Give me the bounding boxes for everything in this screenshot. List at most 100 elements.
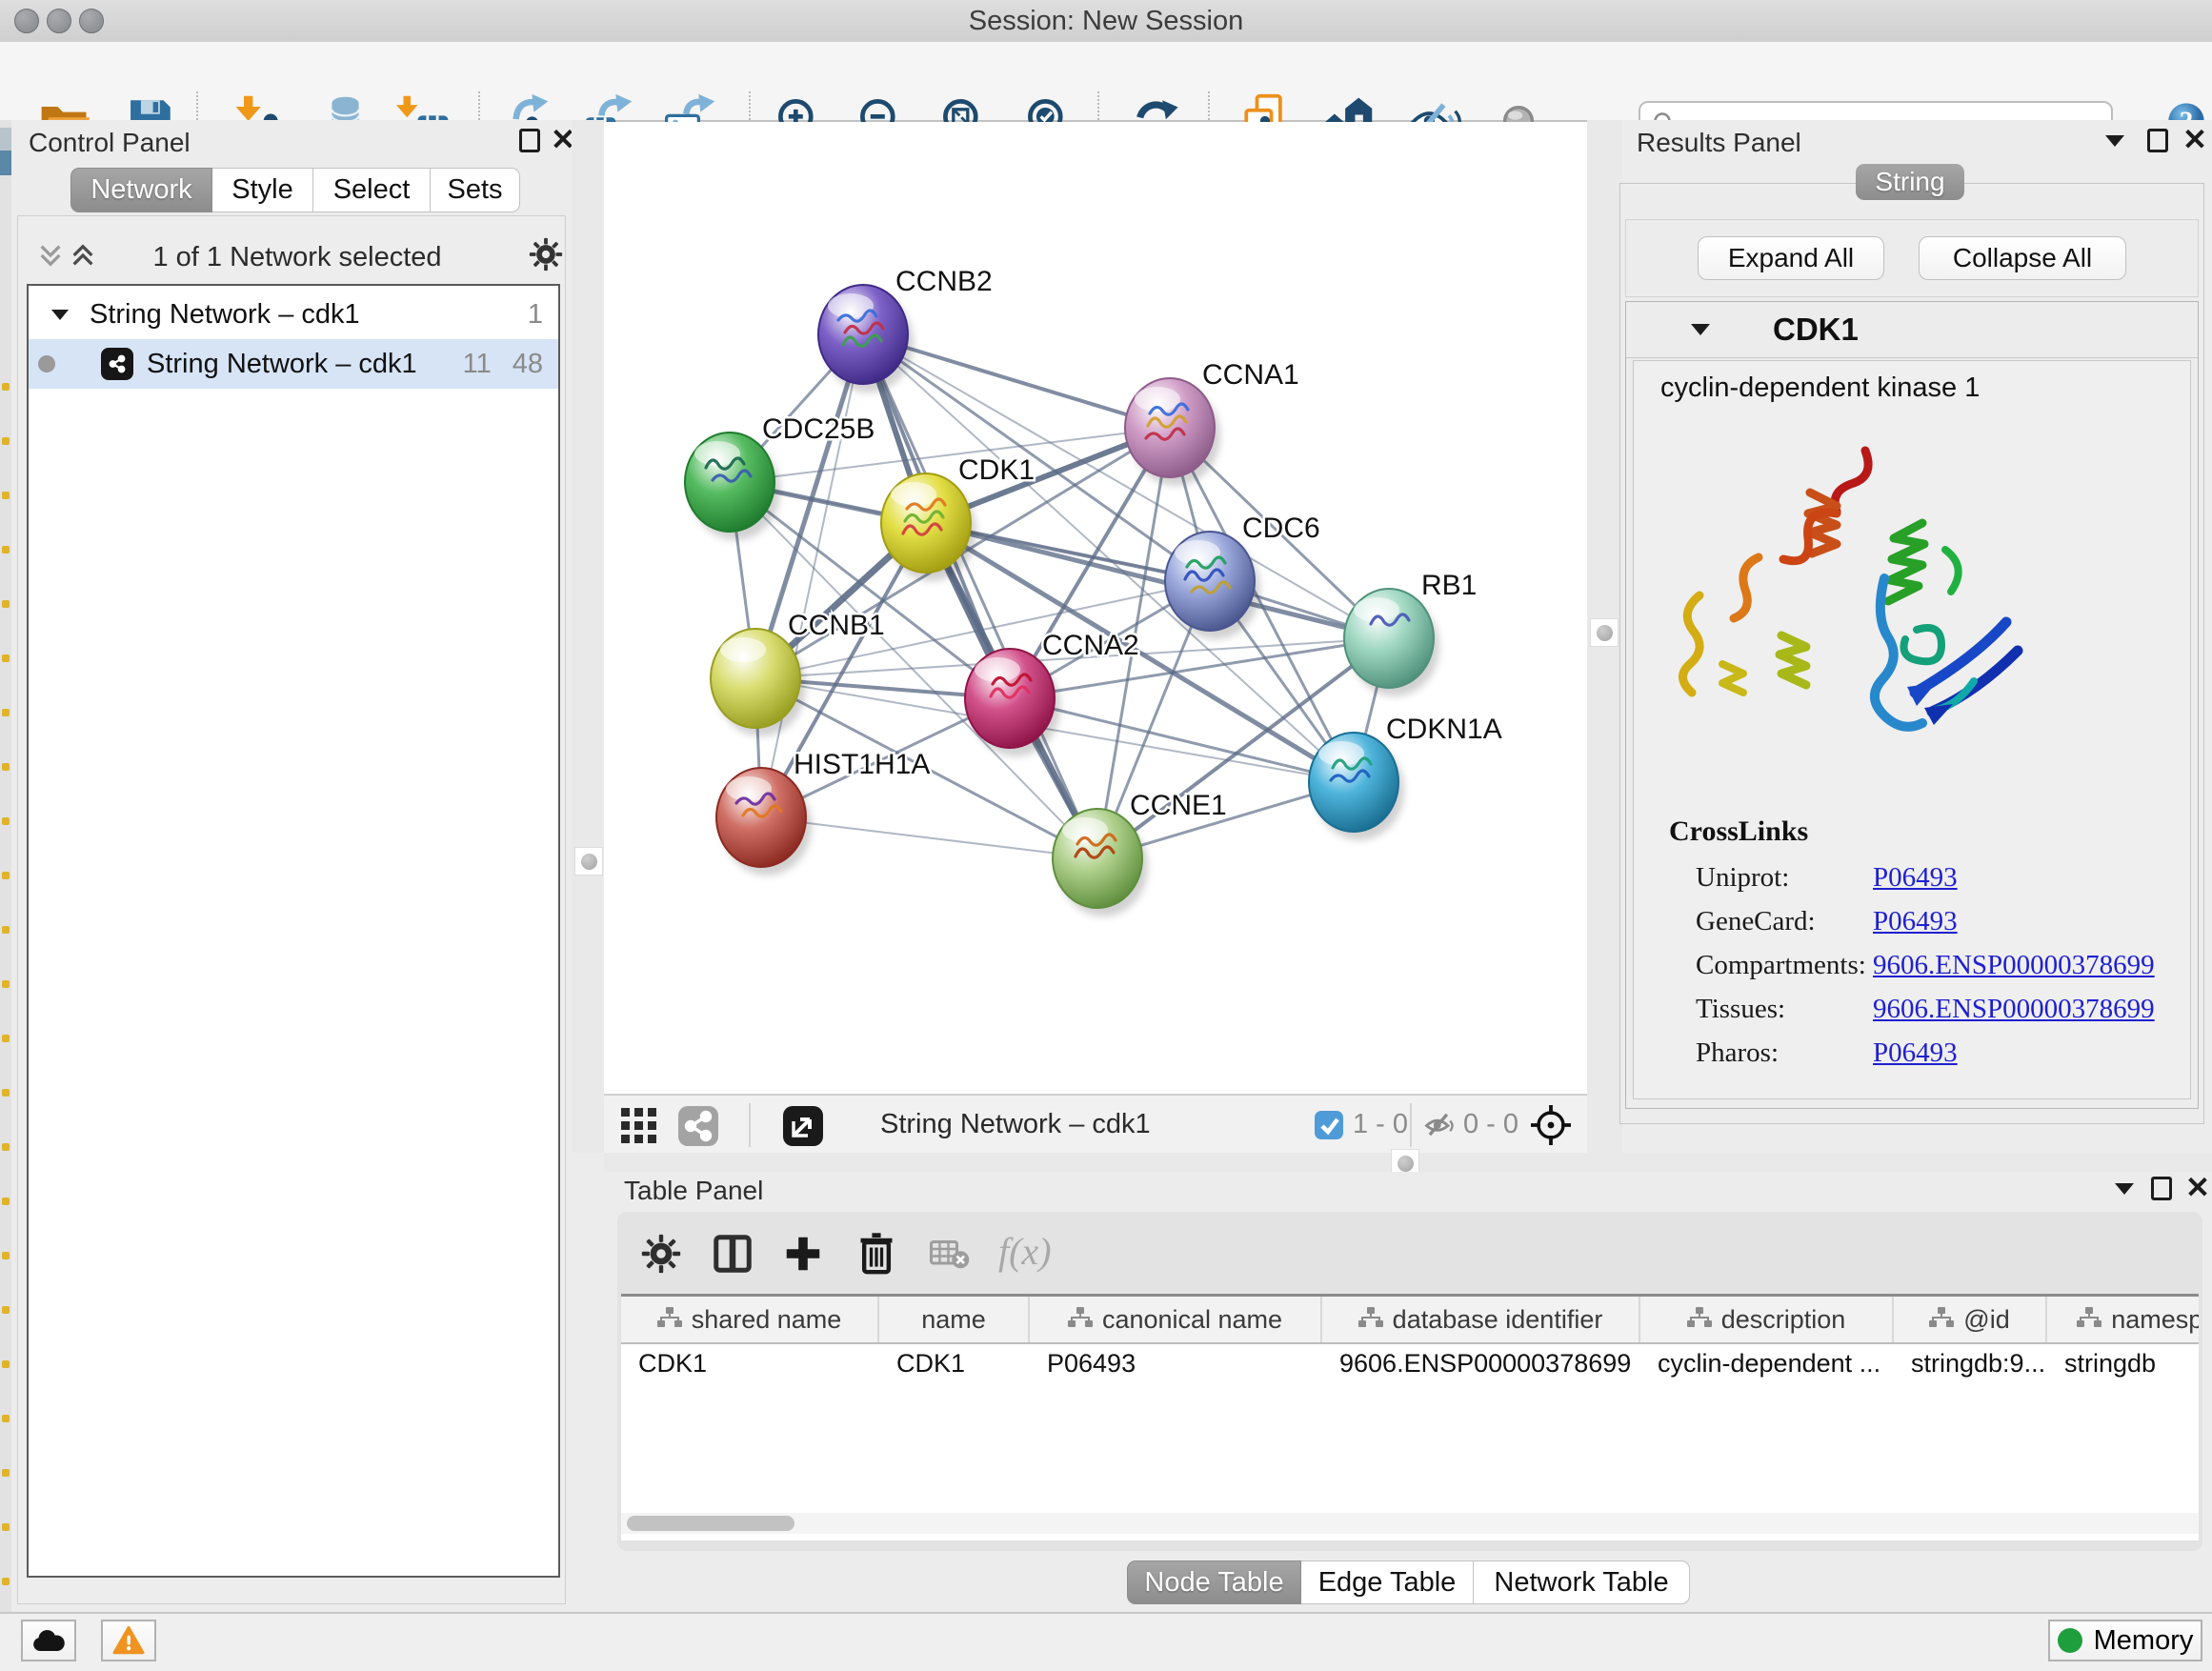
hidden-eye-slash-icon xyxy=(1421,1108,1458,1142)
node-label-CDK1: CDK1 xyxy=(958,454,1035,486)
title-bar: Session: New Session xyxy=(0,0,2212,43)
crosslink-link[interactable]: 9606.ENSP00000378699 xyxy=(1873,950,2155,981)
table-panel-close-icon[interactable]: ✕ xyxy=(2185,1173,2210,1202)
node-HIST1H1A[interactable]: HIST1H1A xyxy=(716,749,930,876)
table-cell[interactable]: P06493 xyxy=(1030,1349,1322,1379)
delete-column-trash-icon[interactable] xyxy=(855,1229,897,1277)
table-cell[interactable]: 9606.ENSP00000378699 xyxy=(1322,1349,1640,1379)
column-header-namespace[interactable]: namespace xyxy=(2047,1297,2199,1342)
memory-label: Memory xyxy=(2094,1625,2194,1657)
network-view-title: String Network – cdk1 xyxy=(880,1109,1151,1140)
gene-section-header[interactable]: CDK1 xyxy=(1626,302,2198,358)
control-panel-title: Control Panel xyxy=(29,128,191,158)
table-cell[interactable]: CDK1 xyxy=(879,1349,1030,1379)
results-panel-collapse-icon[interactable] xyxy=(2105,135,2124,147)
table-row[interactable]: CDK1CDK1P064939606.ENSP00000378699cyclin… xyxy=(621,1344,2199,1382)
shared-column-icon xyxy=(657,1305,682,1335)
tab-edge-table[interactable]: Edge Table xyxy=(1301,1560,1474,1604)
shared-column-icon xyxy=(1358,1305,1383,1335)
table-horizontal-scrollbar[interactable] xyxy=(621,1513,2199,1534)
table-cell[interactable]: stringdb:9... xyxy=(1894,1349,2047,1379)
network-canvas[interactable]: CCNB2CCNA1CDC25BCDK1CDC6RB1CCNB1CCNA2CDK… xyxy=(604,122,1587,1094)
results-panel-title: Results Panel xyxy=(1637,128,1801,158)
column-header-description[interactable]: description xyxy=(1640,1297,1894,1342)
scrollbar-thumb[interactable] xyxy=(627,1516,794,1531)
show-columns-icon[interactable] xyxy=(711,1231,754,1277)
edge-CCNB2-HIST1H1A[interactable] xyxy=(761,334,863,817)
node-CDK1[interactable]: CDK1 xyxy=(881,454,1035,581)
node-label-CCNA2: CCNA2 xyxy=(1042,630,1139,661)
node-CCNB1[interactable]: CCNB1 xyxy=(711,610,885,736)
table-panel-tabs: Node TableEdge TableNetwork Table xyxy=(1127,1560,1690,1604)
tab-network[interactable]: Network xyxy=(70,168,212,212)
node-table[interactable]: shared namenamecanonical namedatabase id… xyxy=(621,1294,2199,1540)
crosslink-label: Uniprot: xyxy=(1696,862,1873,894)
gear-icon[interactable] xyxy=(528,236,564,272)
crosslinks-block: CrossLinks Uniprot:P06493GeneCard:P06493… xyxy=(1658,815,2191,1075)
warnings-button[interactable] xyxy=(101,1620,156,1661)
chevron-double-up-icon[interactable] xyxy=(69,242,97,269)
column-header-database-identifier[interactable]: database identifier xyxy=(1322,1297,1640,1342)
crosslink-label: Compartments: xyxy=(1696,950,1873,981)
crosslink-label: Tissues: xyxy=(1696,994,1873,1025)
tab-string[interactable]: String xyxy=(1856,164,1964,200)
birds-eye-crosshair-icon[interactable] xyxy=(1528,1102,1574,1148)
results-panel-close-icon[interactable]: ✕ xyxy=(2182,125,2207,154)
crosslink-row: GeneCard:P06493 xyxy=(1696,899,2191,943)
table-settings-gear-icon[interactable] xyxy=(640,1233,682,1275)
tab-select[interactable]: Select xyxy=(313,168,431,212)
tab-node-table[interactable]: Node Table xyxy=(1127,1560,1301,1604)
splitter-handle[interactable] xyxy=(574,847,603,876)
node-CCNE1[interactable]: CCNE1 xyxy=(1053,790,1227,916)
column-header-canonical-name[interactable]: canonical name xyxy=(1030,1297,1322,1342)
network-row[interactable]: String Network – cdk1 11 48 xyxy=(29,339,558,389)
node-RB1[interactable]: RB1 xyxy=(1344,570,1477,696)
node-CDC6[interactable]: CDC6 xyxy=(1165,513,1320,639)
collapse-all-button[interactable]: Collapse All xyxy=(1919,236,2126,280)
crosslink-link[interactable]: P06493 xyxy=(1873,862,1958,894)
column-header-name[interactable]: name xyxy=(879,1297,1030,1342)
memory-button[interactable]: Memory xyxy=(2048,1620,2202,1661)
node-label-CCNB2: CCNB2 xyxy=(895,266,993,297)
results-panel-float-icon[interactable] xyxy=(2147,129,2168,152)
tab-style[interactable]: Style xyxy=(212,168,313,212)
string-network-icon xyxy=(101,348,133,380)
chevron-double-down-icon[interactable] xyxy=(36,242,65,269)
open-in-window-icon[interactable] xyxy=(781,1104,825,1148)
table-header-row: shared namenamecanonical namedatabase id… xyxy=(621,1297,2199,1344)
add-column-icon[interactable] xyxy=(781,1231,825,1277)
node-label-CCNB1: CCNB1 xyxy=(788,610,885,641)
splitter-handle[interactable] xyxy=(1590,618,1619,647)
crosslink-link[interactable]: 9606.ENSP00000378699 xyxy=(1873,994,2155,1025)
crosslink-link[interactable]: P06493 xyxy=(1873,1037,1958,1069)
tab-sets[interactable]: Sets xyxy=(431,168,520,212)
share-view-icon[interactable] xyxy=(676,1104,720,1148)
expand-all-button[interactable]: Expand All xyxy=(1698,236,1884,280)
gene-collapse-icon[interactable] xyxy=(1691,324,1710,335)
table-cell[interactable]: cyclin-dependent ... xyxy=(1640,1349,1894,1379)
table-cell[interactable]: stringdb xyxy=(2047,1349,2199,1379)
crosslinks-title: CrossLinks xyxy=(1669,815,2191,848)
control-panel-float-icon[interactable] xyxy=(519,129,540,152)
shared-column-icon xyxy=(1687,1305,1712,1335)
application-window: Session: New Session xyxy=(0,0,2212,1671)
grid-view-icon[interactable] xyxy=(617,1104,661,1148)
table-panel-collapse-icon[interactable] xyxy=(2115,1183,2134,1195)
collection-name: String Network – cdk1 xyxy=(90,299,360,331)
vertical-splitter-left[interactable] xyxy=(572,120,604,1153)
node-CDKN1A[interactable]: CDKN1A xyxy=(1309,714,1502,840)
node-label-CCNE1: CCNE1 xyxy=(1130,790,1227,821)
selection-status: 1 of 1 Network selected xyxy=(107,242,488,273)
collection-expand-icon[interactable] xyxy=(51,310,69,320)
tab-network-table[interactable]: Network Table xyxy=(1474,1560,1690,1604)
table-cell[interactable]: CDK1 xyxy=(621,1349,879,1379)
edge-HIST1H1A-CCNE1[interactable] xyxy=(761,817,1097,858)
cloud-button[interactable] xyxy=(21,1620,76,1661)
node-label-HIST1H1A: HIST1H1A xyxy=(794,749,930,780)
table-panel-float-icon[interactable] xyxy=(2151,1177,2172,1200)
collection-row[interactable]: String Network – cdk1 1 xyxy=(29,290,558,339)
column-header-shared-name[interactable]: shared name xyxy=(621,1297,879,1342)
crosslink-link[interactable]: P06493 xyxy=(1873,906,1958,937)
selected-checkbox-icon[interactable] xyxy=(1314,1110,1344,1140)
column-header-@id[interactable]: @id xyxy=(1894,1297,2047,1342)
